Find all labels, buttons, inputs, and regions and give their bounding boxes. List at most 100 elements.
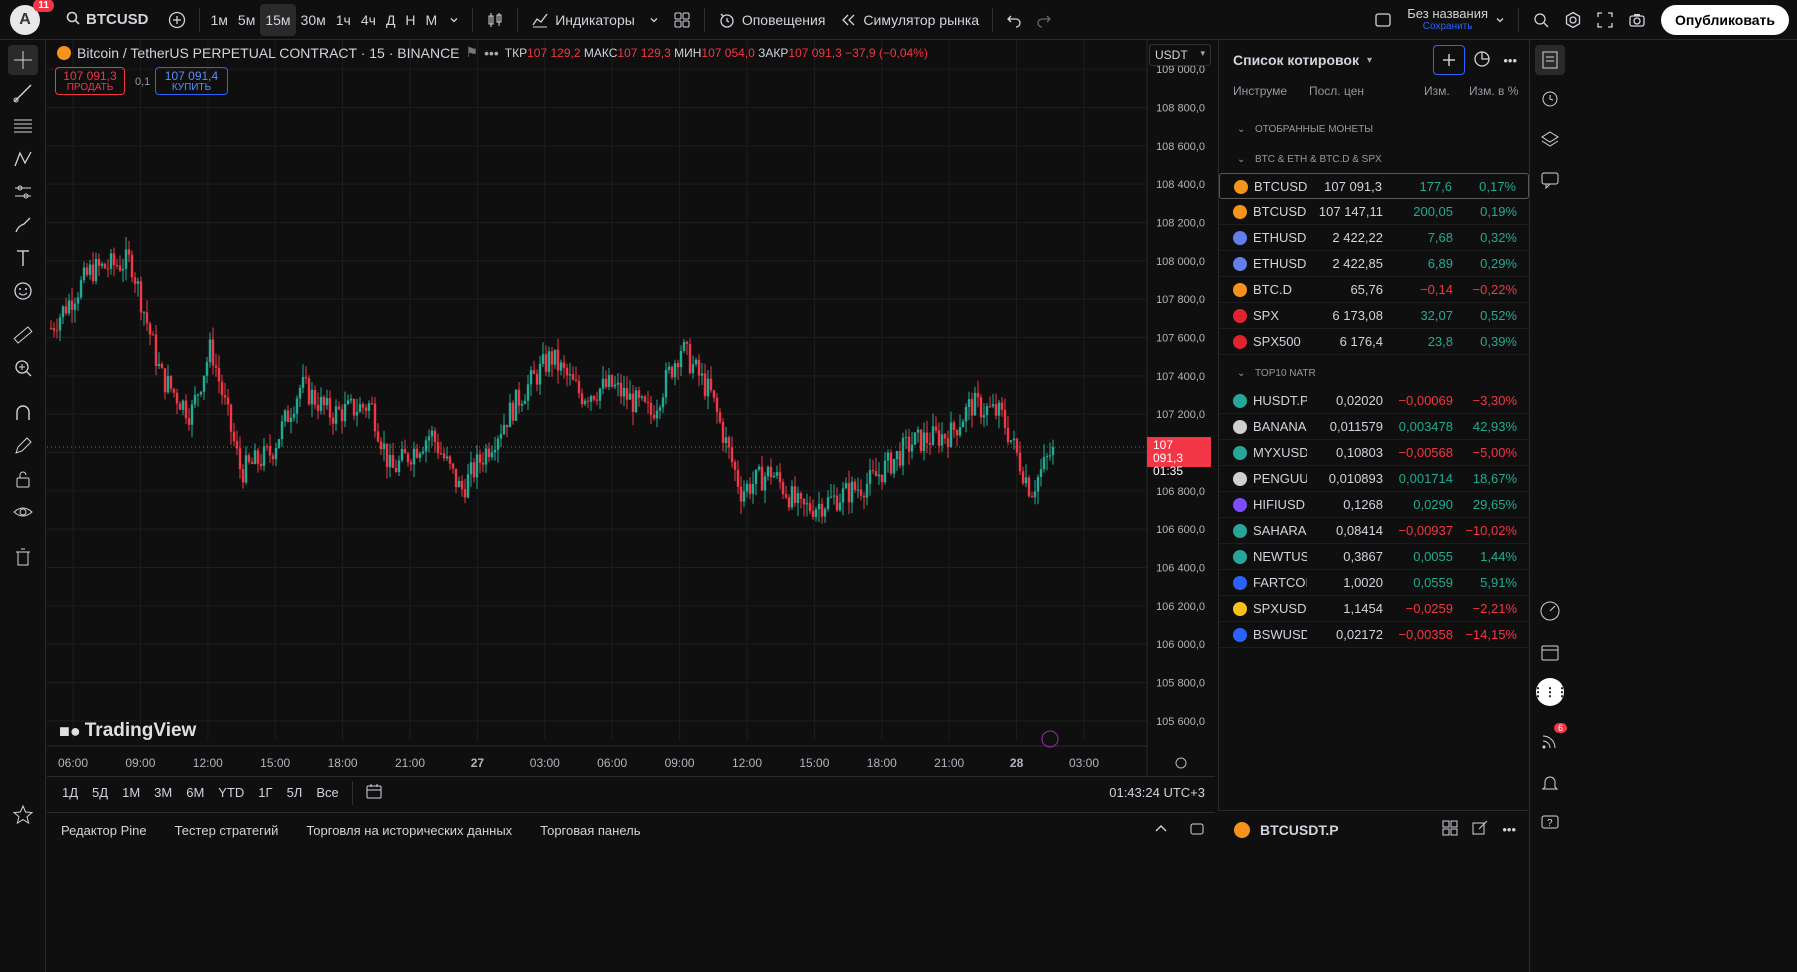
hotlists-tab[interactable] xyxy=(1535,596,1565,626)
column-change[interactable]: Изм. xyxy=(1424,84,1450,98)
watchlist-title[interactable]: Список котировок xyxy=(1233,52,1359,68)
watchlist-row[interactable]: BTCUSD 107 147,11 200,05 0,19% xyxy=(1219,199,1529,225)
quick-search-button[interactable] xyxy=(1525,4,1557,36)
interval-button[interactable]: Н xyxy=(400,4,420,36)
bottom-tab[interactable]: Тестер стратегий xyxy=(161,823,293,838)
interval-button[interactable]: М xyxy=(421,4,443,36)
buy-button[interactable]: 107 091,4 КУПИТЬ xyxy=(155,67,228,95)
favorites-tool[interactable] xyxy=(8,800,38,830)
user-avatar[interactable]: A 11 xyxy=(10,0,54,35)
timezone-clock[interactable]: 01:43:24 UTC+3 xyxy=(1109,785,1205,800)
more-icon[interactable]: ••• xyxy=(1503,53,1517,68)
pie-chart-icon[interactable] xyxy=(1473,50,1491,71)
interval-button[interactable]: 30м xyxy=(296,4,331,36)
watchlist-row[interactable]: FARTCOI 1,0020 0,0559 5,91% xyxy=(1219,570,1529,596)
watchlist-row[interactable]: BANANAS 0,011579 0,003478 42,93% xyxy=(1219,414,1529,440)
indicators-dropdown[interactable] xyxy=(642,4,666,36)
add-symbol-button[interactable] xyxy=(1433,45,1466,75)
watchlist-row[interactable]: HIFIUSD 0,1268 0,0290 29,65% xyxy=(1219,492,1529,518)
fib-tool[interactable] xyxy=(8,111,38,141)
calendar-icon[interactable] xyxy=(359,782,389,803)
text-tool[interactable] xyxy=(8,243,38,273)
zoom-tool[interactable] xyxy=(8,353,38,383)
templates-button[interactable] xyxy=(666,4,698,36)
watchlist-row[interactable]: BSWUSD 0,02172 −0,00358 −14,15% xyxy=(1219,622,1529,648)
legend-title[interactable]: Bitcoin / TetherUS PERPETUAL CONTRACT · … xyxy=(77,45,460,61)
help-tab[interactable]: ? xyxy=(1535,808,1565,838)
symbol-search-button[interactable]: BTCUSD xyxy=(66,11,149,29)
lock-drawings-tool[interactable] xyxy=(8,464,38,494)
range-button[interactable]: 5Л xyxy=(280,785,310,800)
save-link[interactable]: Сохранить xyxy=(1407,20,1488,33)
column-symbol[interactable]: Инструме xyxy=(1233,84,1287,98)
ruler-tool[interactable] xyxy=(8,320,38,350)
more-icon[interactable]: ••• xyxy=(1502,822,1516,837)
interval-button[interactable]: 1ч xyxy=(331,4,356,36)
currency-select[interactable]: USDT ▾ xyxy=(1149,44,1211,66)
range-button[interactable]: 1Д xyxy=(55,785,85,800)
range-button[interactable]: YTD xyxy=(211,785,251,800)
emoji-tool[interactable] xyxy=(8,276,38,306)
watchlist-row[interactable]: BTC.D 65,76 −0,14 −0,22% xyxy=(1219,277,1529,303)
range-button[interactable]: Все xyxy=(309,785,345,800)
compare-symbol-button[interactable] xyxy=(161,4,193,36)
section-btc-eth[interactable]: ⌄ BTC & ETH & BTC.D & SPX xyxy=(1219,150,1529,170)
interval-button[interactable]: Д xyxy=(381,4,400,36)
interval-dropdown[interactable] xyxy=(442,4,466,36)
interval-button[interactable]: 5м xyxy=(233,4,260,36)
stay-in-drawing-tool[interactable] xyxy=(8,431,38,461)
tradingview-logo[interactable]: ■● TradingView xyxy=(59,720,196,742)
interval-button[interactable]: 1м xyxy=(206,4,233,36)
delete-drawings-tool[interactable] xyxy=(8,542,38,572)
layout-button[interactable] xyxy=(1367,4,1399,36)
sell-button[interactable]: 107 091,3 ПРОДАТЬ xyxy=(55,67,125,95)
column-last[interactable]: Посл. цен xyxy=(1309,84,1364,98)
snapshot-button[interactable] xyxy=(1621,4,1653,36)
replay-button[interactable]: Симулятор рынка xyxy=(832,4,986,36)
chart-pane[interactable]: 109 000,0 108 800,0 108 600,0 108 400,0 108 … xyxy=(47,40,1215,810)
apps-tab[interactable]: ⋮⋮⋮ xyxy=(1532,677,1568,707)
undo-button[interactable] xyxy=(999,4,1029,36)
watchlist-tab[interactable] xyxy=(1535,45,1565,75)
fullscreen-button[interactable] xyxy=(1589,4,1621,36)
calendar-tab[interactable] xyxy=(1535,637,1565,667)
chevron-up-icon[interactable] xyxy=(1143,821,1179,840)
section-top10-natr[interactable]: ⌄ TOP10 NATR xyxy=(1219,364,1529,384)
magnet-tool[interactable] xyxy=(8,398,38,428)
edit-icon[interactable] xyxy=(1472,820,1488,839)
object-tree-tab[interactable] xyxy=(1535,124,1565,154)
interval-button[interactable]: 4ч xyxy=(356,4,381,36)
notifications-tab[interactable] xyxy=(1535,768,1565,798)
hide-drawings-tool[interactable] xyxy=(8,497,38,527)
watchlist-row[interactable]: BTCUSD 107 091,3 177,6 0,17% xyxy=(1219,173,1529,199)
watchlist-row[interactable]: SAHARA 0,08414 −0,00937 −10,02% xyxy=(1219,518,1529,544)
layout-name[interactable]: Без названия Сохранить xyxy=(1407,7,1488,33)
watchlist-row[interactable]: SPX 6 173,08 32,07 0,52% xyxy=(1219,303,1529,329)
range-button[interactable]: 1М xyxy=(115,785,147,800)
settings-button[interactable] xyxy=(1557,4,1589,36)
price-chart[interactable]: 109 000,0108 800,0108 600,0108 400,0108 … xyxy=(47,40,1215,776)
alerts-tab[interactable] xyxy=(1535,83,1565,113)
chats-tab[interactable] xyxy=(1535,165,1565,195)
watchlist-row[interactable]: NEWTUS 0,3867 0,0055 1,44% xyxy=(1219,544,1529,570)
range-button[interactable]: 1Г xyxy=(251,785,279,800)
watchlist-row[interactable]: ETHUSD 2 422,22 7,68 0,32% xyxy=(1219,225,1529,251)
streams-tab[interactable]: 6 xyxy=(1535,723,1567,756)
watchlist-row[interactable]: SPX500 6 176,4 23,8 0,39% xyxy=(1219,329,1529,355)
brush-tool[interactable] xyxy=(8,210,38,240)
watchlist-row[interactable]: PENGUU 0,010893 0,001714 18,67% xyxy=(1219,466,1529,492)
range-button[interactable]: 5Д xyxy=(85,785,115,800)
watchlist-row[interactable]: MYXUSD 0,10803 −0,00568 −5,00% xyxy=(1219,440,1529,466)
pattern-tool[interactable] xyxy=(8,144,38,174)
interval-button[interactable]: 15м xyxy=(260,3,296,36)
trend-line-tool[interactable] xyxy=(8,78,38,108)
flag-icon[interactable]: ⚑ xyxy=(466,44,479,61)
range-button[interactable]: 3М xyxy=(147,785,179,800)
chevron-down-icon[interactable]: ▾ xyxy=(1367,55,1372,66)
grid-icon[interactable] xyxy=(1442,820,1458,839)
more-icon[interactable]: ••• xyxy=(484,45,499,61)
crosshair-tool[interactable] xyxy=(8,45,38,75)
bottom-tab[interactable]: Торговая панель xyxy=(526,823,654,838)
layout-dropdown[interactable] xyxy=(1488,4,1512,36)
watchlist-row[interactable]: ETHUSD 2 422,85 6,89 0,29% xyxy=(1219,251,1529,277)
